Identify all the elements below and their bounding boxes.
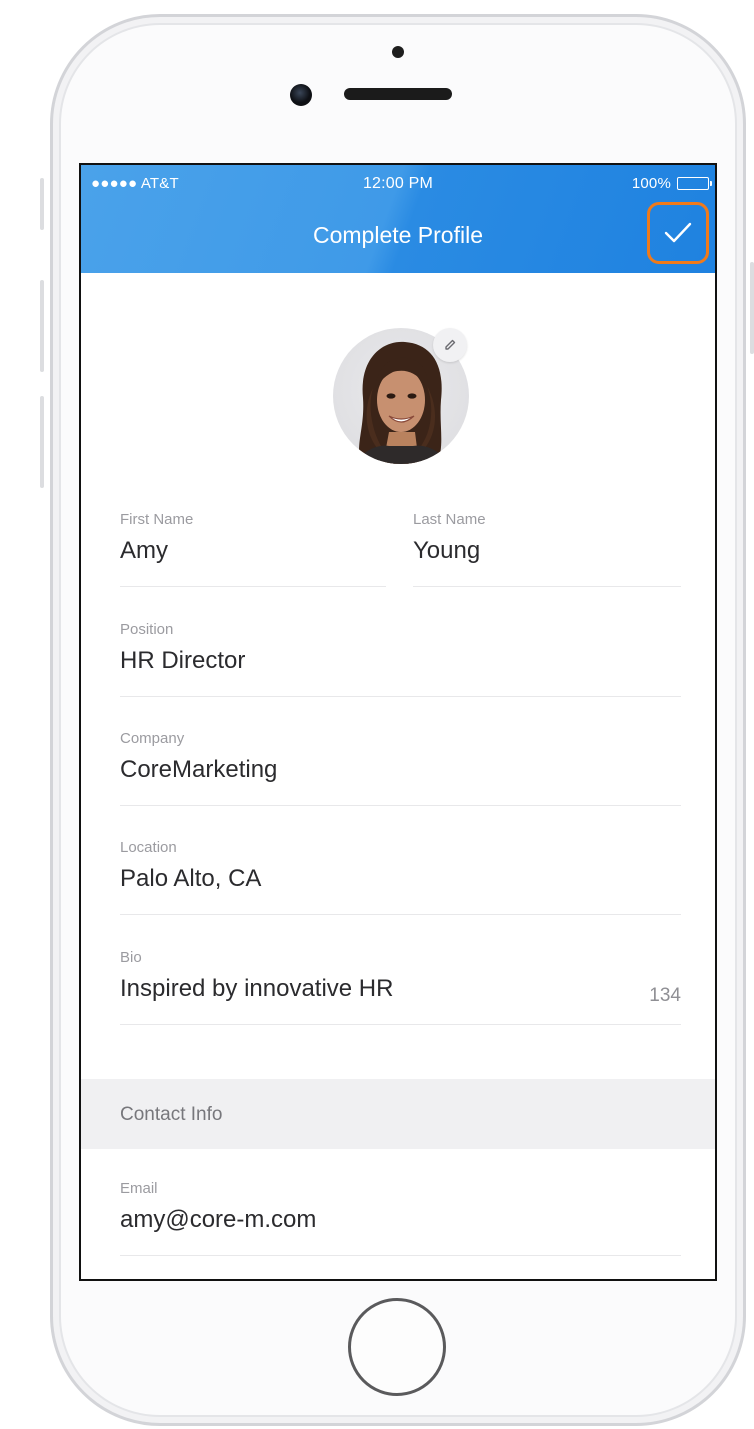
volume-down-button [40, 396, 44, 488]
company-label: Company [120, 730, 185, 747]
checkmark-icon [664, 222, 692, 243]
last-name-value: Young [413, 537, 481, 564]
power-button [750, 262, 754, 354]
position-label: Position [120, 621, 174, 638]
bio-character-counter: 134 [649, 985, 681, 1006]
earpiece-speaker [344, 88, 452, 100]
first-name-value: Amy [120, 537, 168, 564]
home-button[interactable] [348, 1298, 446, 1396]
email-value: amy@core-m.com [120, 1206, 317, 1233]
device-mockup: ●●●●● AT&T 12:00 PM 100% Complete Profil… [0, 0, 754, 1429]
bio-field[interactable]: Bio Inspired by innovative HR 134 [120, 949, 681, 1025]
clock: 12:00 PM [362, 175, 434, 192]
status-bar: ●●●●● AT&T 12:00 PM 100% [81, 173, 715, 197]
battery-indicator: 100% [631, 175, 712, 192]
proximity-sensor [392, 46, 404, 58]
position-field[interactable]: Position HR Director [120, 621, 681, 697]
mute-switch [40, 178, 44, 230]
email-field[interactable]: Email amy@core-m.com [120, 1180, 681, 1256]
battery-icon [677, 177, 712, 190]
edit-photo-button[interactable] [433, 328, 467, 362]
last-name-field[interactable]: Last Name Young [413, 511, 681, 587]
navigation-bar: ●●●●● AT&T 12:00 PM 100% Complete Profil… [81, 165, 715, 273]
bio-label: Bio [120, 949, 142, 966]
battery-percent: 100% [631, 175, 671, 192]
bio-value: Inspired by innovative HR [120, 975, 394, 1002]
front-camera [290, 84, 312, 106]
email-label: Email [120, 1180, 158, 1197]
location-field[interactable]: Location Palo Alto, CA [120, 839, 681, 915]
location-label: Location [120, 839, 177, 856]
contact-info-header: Contact Info [81, 1079, 715, 1149]
first-name-label: First Name [120, 511, 194, 528]
position-value: HR Director [120, 647, 246, 674]
location-value: Palo Alto, CA [120, 865, 262, 892]
company-field[interactable]: Company CoreMarketing [120, 730, 681, 806]
save-button[interactable] [647, 202, 709, 264]
section-title: Contact Info [120, 1104, 223, 1125]
app-screen: ●●●●● AT&T 12:00 PM 100% Complete Profil… [79, 163, 717, 1281]
pencil-icon [445, 339, 456, 350]
first-name-field[interactable]: First Name Amy [120, 511, 386, 587]
company-value: CoreMarketing [120, 756, 278, 783]
last-name-label: Last Name [413, 511, 486, 528]
volume-up-button [40, 280, 44, 372]
page-title: Complete Profile [312, 222, 484, 248]
